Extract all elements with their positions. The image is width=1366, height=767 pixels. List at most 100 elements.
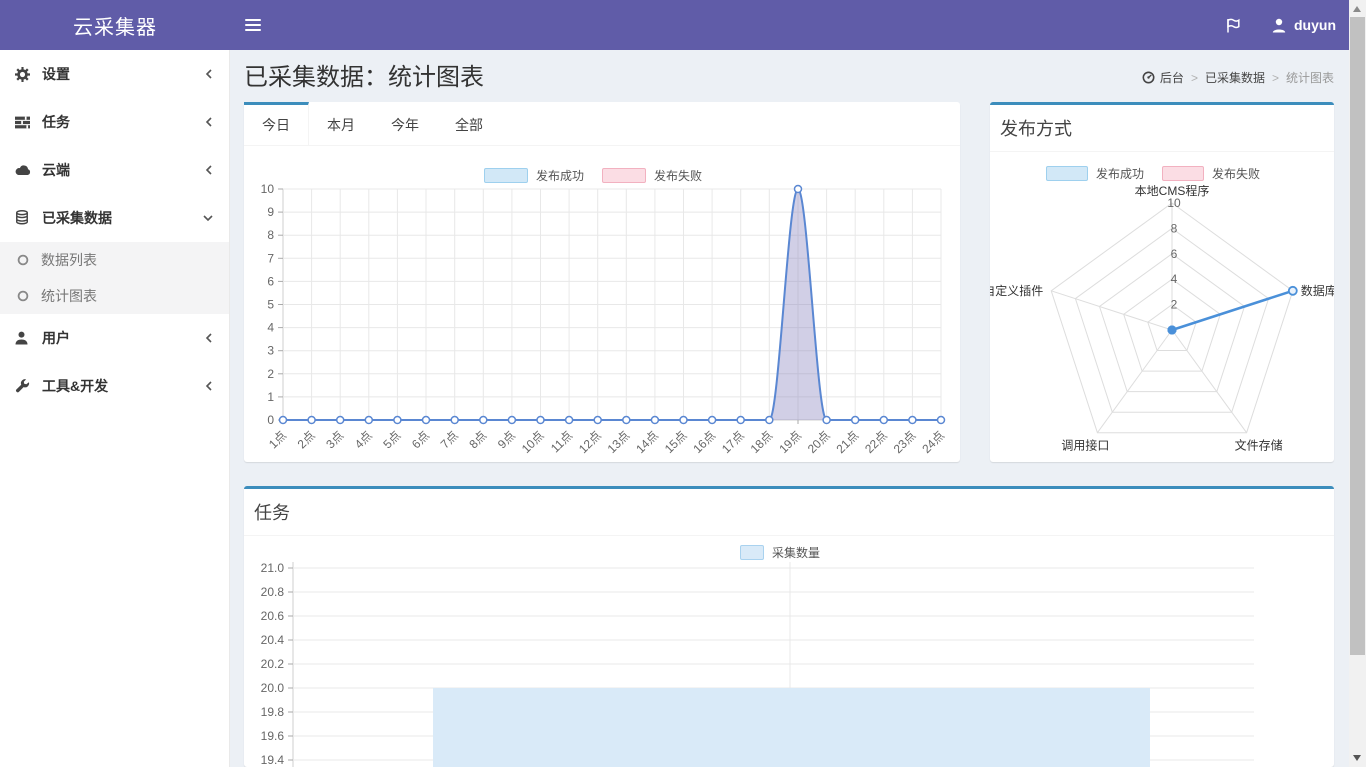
sidebar-item-cloud[interactable]: 云端 [0, 146, 229, 194]
svg-text:20.4: 20.4 [261, 633, 285, 647]
radar-chart-legend: 发布成功 发布失败 [990, 165, 1334, 182]
tab-today[interactable]: 今日 [244, 102, 309, 145]
svg-text:8: 8 [1171, 221, 1178, 235]
panel-title: 任务 [244, 489, 1334, 536]
tasks-panel: 任务 采集数量 21.020.820.620.420.220.019.819.6… [244, 486, 1334, 767]
svg-text:21.0: 21.0 [261, 562, 285, 575]
chevron-left-icon [204, 164, 214, 176]
legend-label-fail: 发布失败 [654, 167, 702, 184]
svg-text:20.8: 20.8 [261, 585, 285, 599]
sidebar-item-data-list[interactable]: 数据列表 [0, 242, 229, 278]
svg-text:9: 9 [267, 205, 274, 219]
sidebar-item-label: 统计图表 [41, 286, 97, 306]
svg-text:18点: 18点 [748, 428, 776, 456]
svg-text:8: 8 [267, 228, 274, 242]
gear-icon [15, 67, 42, 82]
flag-icon [1225, 17, 1242, 34]
svg-text:6: 6 [1171, 247, 1178, 261]
vertical-scrollbar[interactable] [1349, 0, 1366, 767]
daily-publish-panel: 今日 本月 今年 全部 发布成功 发布失败 0123456789101点2点3点… [244, 102, 960, 462]
tasks-icon [15, 115, 42, 130]
svg-text:3点: 3点 [323, 428, 346, 451]
legend-swatch-collect [740, 545, 764, 560]
database-icon [15, 210, 42, 226]
sidebar-item-statistics-chart[interactable]: 统计图表 [0, 278, 229, 314]
sidebar-item-collected-data[interactable]: 已采集数据 [0, 194, 229, 242]
wrench-icon [15, 379, 42, 394]
svg-text:10: 10 [261, 184, 275, 196]
user-icon [1272, 18, 1286, 33]
svg-text:11点: 11点 [548, 428, 575, 455]
svg-text:本地CMS程序: 本地CMS程序 [1135, 185, 1210, 198]
top-navbar: 云采集器 duyun [0, 0, 1366, 50]
sidebar-item-tasks[interactable]: 任务 [0, 98, 229, 146]
sidebar-item-users[interactable]: 用户 [0, 314, 229, 362]
svg-text:5: 5 [267, 298, 274, 312]
svg-text:22点: 22点 [862, 428, 890, 456]
breadcrumb-collected-data[interactable]: 已采集数据 [1205, 69, 1265, 86]
svg-text:19.6: 19.6 [261, 729, 285, 743]
svg-text:24点: 24点 [919, 428, 947, 456]
user-menu[interactable]: duyun [1272, 17, 1336, 33]
period-tabs: 今日 本月 今年 全部 [244, 102, 960, 146]
breadcrumb: 后台 > 已采集数据 > 统计图表 [1142, 69, 1334, 96]
breadcrumb-separator: > [1272, 71, 1279, 85]
breadcrumb-home[interactable]: 后台 [1142, 69, 1184, 86]
circle-icon [17, 290, 41, 302]
publish-method-radar-chart: 246810本地CMS程序数据库文件存储调用接口自定义插件 [990, 185, 1334, 462]
svg-text:19.4: 19.4 [261, 753, 285, 767]
chevron-left-icon [204, 332, 214, 344]
svg-text:20.0: 20.0 [261, 681, 285, 695]
tab-this-year[interactable]: 今年 [373, 102, 437, 145]
svg-text:20点: 20点 [805, 428, 833, 456]
svg-text:0: 0 [267, 413, 274, 427]
sidebar-item-tools-dev[interactable]: 工具&开发 [0, 362, 229, 410]
scrollbar-thumb[interactable] [1350, 17, 1365, 655]
sidebar-item-settings[interactable]: 设置 [0, 50, 229, 98]
svg-text:10点: 10点 [519, 428, 547, 456]
svg-text:自定义插件: 自定义插件 [990, 283, 1043, 298]
hourly-publish-line-chart: 0123456789101点2点3点4点5点6点7点8点9点10点11点12点1… [244, 184, 960, 456]
flag-menu-button[interactable] [1225, 17, 1242, 34]
scroll-up-arrow-icon[interactable] [1353, 6, 1361, 12]
svg-text:23点: 23点 [891, 428, 919, 456]
svg-text:19点: 19点 [776, 428, 804, 456]
content-area: 已采集数据：统计图表 后台 > 已采集数据 > 统计图表 今日 本月 今年 全部… [230, 50, 1349, 767]
svg-text:6点: 6点 [409, 428, 432, 451]
scroll-down-arrow-icon[interactable] [1353, 755, 1361, 761]
svg-text:4点: 4点 [352, 428, 375, 451]
svg-text:6: 6 [267, 274, 274, 288]
legend-label-fail: 发布失败 [1212, 165, 1260, 182]
svg-text:12点: 12点 [576, 428, 604, 456]
tab-all[interactable]: 全部 [437, 102, 501, 145]
legend-swatch-fail [602, 168, 646, 183]
svg-text:8点: 8点 [466, 428, 489, 451]
circle-icon [17, 254, 41, 266]
svg-text:21点: 21点 [833, 428, 861, 456]
publish-method-panel: 发布方式 发布成功 发布失败 246810本地CMS程序数据库文件存储调用接口自… [990, 102, 1334, 462]
tab-this-month[interactable]: 本月 [309, 102, 373, 145]
breadcrumb-current: 统计图表 [1286, 69, 1334, 86]
svg-text:19.8: 19.8 [261, 705, 285, 719]
svg-text:17点: 17点 [719, 428, 747, 456]
breadcrumb-separator: > [1191, 71, 1198, 85]
svg-text:2: 2 [267, 367, 274, 381]
dashboard-icon [1142, 71, 1155, 84]
svg-text:20.2: 20.2 [261, 657, 285, 671]
chevron-left-icon [204, 116, 214, 128]
user-name: duyun [1294, 17, 1336, 33]
sidebar-toggle-button[interactable] [230, 0, 275, 50]
svg-text:9点: 9点 [495, 428, 518, 451]
brand-text: 云采集器 [73, 11, 157, 40]
collected-data-submenu: 数据列表 统计图表 [0, 242, 229, 314]
app-logo[interactable]: 云采集器 [0, 0, 230, 50]
sidebar-item-label: 数据列表 [41, 250, 97, 270]
legend-swatch-success [1046, 166, 1088, 181]
svg-text:13点: 13点 [605, 428, 633, 456]
svg-text:文件存储: 文件存储 [1235, 438, 1283, 453]
svg-text:1点: 1点 [266, 428, 289, 451]
legend-swatch-fail [1162, 166, 1204, 181]
svg-text:4: 4 [267, 321, 274, 335]
page-title: 已采集数据：统计图表 [244, 60, 484, 96]
svg-text:4: 4 [1171, 272, 1178, 286]
